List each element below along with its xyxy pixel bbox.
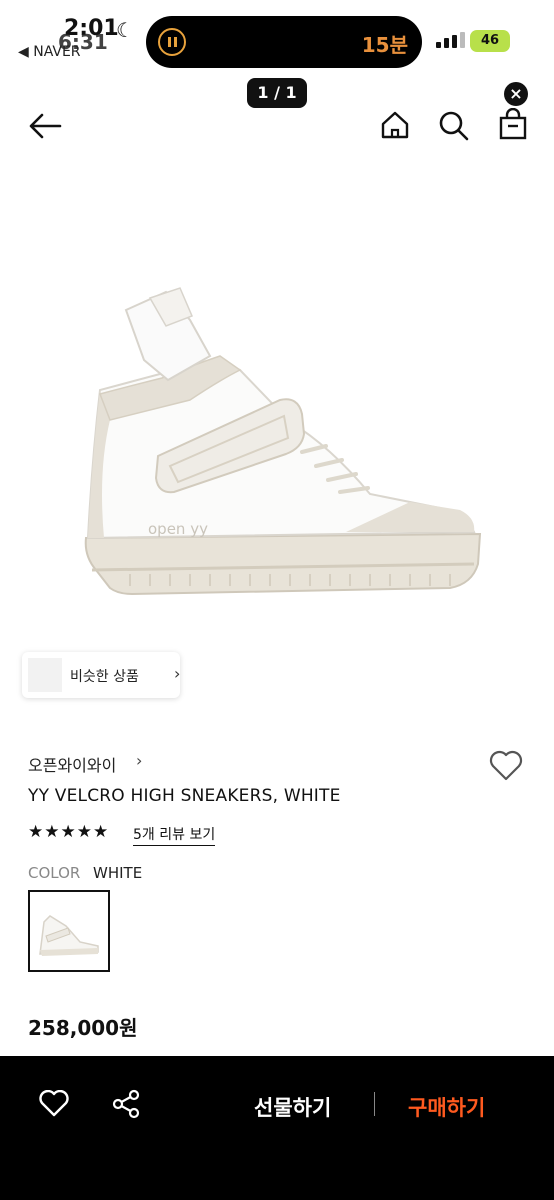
moon-icon: ☾ (116, 18, 134, 42)
back-to-app-link[interactable]: ◀ NAVER (18, 44, 81, 60)
home-icon[interactable] (380, 110, 410, 140)
similar-products-button[interactable]: 비슷한 상품 › (22, 652, 180, 698)
close-icon[interactable]: × (504, 82, 528, 106)
brand-link[interactable]: 오픈와이와이 (28, 752, 116, 776)
image-counter: 1 / 1 (247, 78, 307, 108)
rating-stars: ★★★★★ (28, 822, 110, 842)
bottom-action-bar (0, 1056, 554, 1200)
color-swatch-white[interactable] (28, 890, 110, 972)
shopping-bag-icon[interactable] (498, 108, 528, 140)
status-bar: 2:01 ☾ 6:31 ◀ NAVER 15분 46 (0, 0, 554, 76)
product-title: YY VELCRO HIGH SNEAKERS, WHITE (28, 786, 341, 806)
product-image[interactable]: open yy (70, 270, 490, 600)
wishlist-heart-icon[interactable] (488, 750, 524, 782)
gift-button[interactable]: 선물하기 (254, 1092, 331, 1122)
share-icon[interactable] (110, 1088, 142, 1120)
battery-icon: 46 (470, 30, 510, 52)
similar-products-label: 비슷한 상품 (70, 669, 139, 685)
color-value: WHITE (93, 864, 143, 882)
chevron-right-icon: › (174, 664, 181, 683)
pause-icon (158, 28, 186, 56)
brand-logo-print: open yy (148, 520, 208, 538)
action-divider (374, 1092, 375, 1116)
signal-icon (436, 32, 466, 48)
color-label: COLOR (28, 864, 81, 882)
timer-text: 15분 (361, 33, 408, 57)
review-link[interactable]: 5개 리뷰 보기 (133, 824, 216, 846)
search-icon[interactable] (438, 110, 470, 142)
buy-button[interactable]: 구매하기 (408, 1092, 485, 1122)
chevron-right-icon: › (136, 751, 143, 770)
swatch-shoe-image (39, 915, 99, 956)
heart-icon[interactable] (38, 1090, 70, 1118)
dynamic-island[interactable]: 15분 (146, 16, 422, 68)
similar-product-thumbnail (28, 658, 62, 692)
product-price: 258,000원 (28, 1016, 138, 1040)
back-arrow-icon[interactable] (28, 112, 62, 140)
